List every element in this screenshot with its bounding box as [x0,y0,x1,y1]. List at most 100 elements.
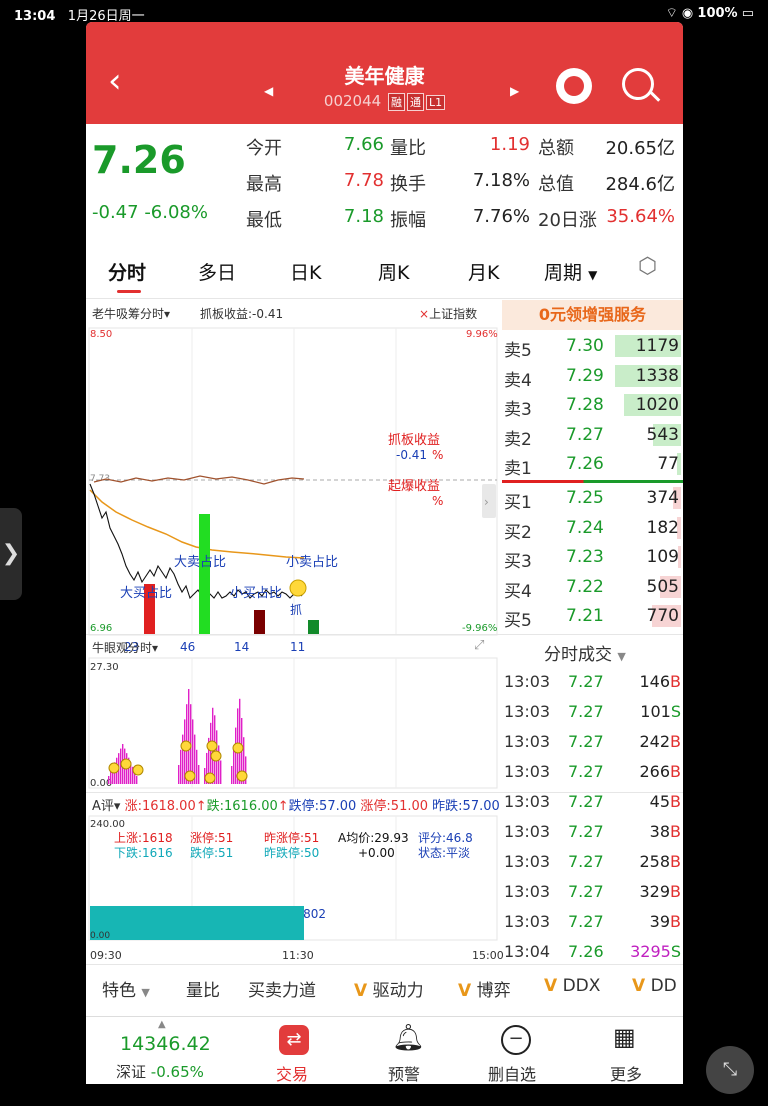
ask-row[interactable]: 卖3 7.28 1020 [504,391,681,421]
tool-boyi[interactable]: V 博弈 [458,976,511,1001]
aping-avg-price: A均价:29.93 [338,831,409,845]
trade-volume: 258B [639,852,681,871]
book-price: 7.21 [566,606,604,626]
quote-value: 7.78 [343,170,384,191]
book-volume: 374 [646,488,679,508]
annot-small-sell: 小卖占比 [286,555,338,570]
tab-period[interactable]: 周期 ▼ [544,258,597,285]
aping-score: 评分:46.8 [418,831,473,845]
tab-daily-k[interactable]: 日K [290,258,321,285]
trade-row: 13:03 7.27 266B [504,758,681,788]
bell-icon[interactable]: 🔔︎ [392,1023,425,1053]
quote-value: 7.66 [343,134,384,155]
quote-label: 最低 [246,210,282,231]
trade-volume: 146B [639,672,681,691]
coin-icon [184,770,196,782]
bid-row[interactable]: 买5 7.21 770 [504,602,681,632]
book-volume: 505 [646,576,679,597]
expand-icon[interactable]: ⤢ [474,638,484,653]
quote-value: 7.76% [472,206,530,227]
tab-monthly-k[interactable]: 月K [468,258,499,285]
bid-row[interactable]: 买4 7.22 505 [504,573,681,603]
trade-side: S [670,702,681,721]
smiley-icon [289,579,307,597]
nav-trade[interactable]: 交易 [276,1061,308,1084]
annot-qibao: 起爆收益 [388,479,440,494]
niuyan-bar [196,749,198,784]
tool-ddx[interactable]: V DDX [544,976,600,996]
ask-row[interactable]: 卖1 7.26 77 [504,450,681,480]
bar-value-4: 11 [290,640,305,654]
quote-label: 最高 [246,174,282,195]
tab-multi-day[interactable]: 多日 [198,258,236,285]
average-price-line [89,489,305,559]
time-mid: 11:30 [282,949,314,962]
ask-row[interactable]: 卖5 7.30 1179 [504,332,681,362]
book-label: 卖4 [504,370,532,391]
tab-intraday[interactable]: 分时 [108,258,146,285]
book-divider [502,480,683,483]
trade-price: 7.27 [568,762,604,781]
tool-tese[interactable]: 特色 ▼ [102,976,150,1001]
trade-side: B [670,822,681,841]
tool-dd[interactable]: V DD [632,976,677,996]
trade-row: 13:03 7.27 101S [504,698,681,728]
indicator-value: 抓板收益:-0.41 [200,307,284,321]
settings-hexagon-icon[interactable]: ⬡ [638,254,657,279]
trade-time: 13:04 [504,942,551,961]
quote-value: 7.18 [343,206,384,227]
grid-icon[interactable]: ▦ [613,1023,636,1051]
book-price: 7.27 [566,424,604,445]
nav-more[interactable]: 更多 [610,1061,642,1084]
aping-prev-down: 昨跌:57.00 [432,799,500,814]
tab-weekly-k[interactable]: 周K [378,258,409,285]
index-value[interactable]: 14346.42 [120,1033,211,1055]
tool-qudongli[interactable]: V 驱动力 [354,976,424,1001]
search-icon[interactable] [622,68,654,100]
bid-row[interactable]: 买3 7.23 109 [504,543,681,573]
promo-banner[interactable]: 0元领增强服务 [502,300,683,330]
trade-price: 7.26 [568,942,604,961]
aping-zhangting: 涨停:51 [190,830,233,845]
trade-price: 7.27 [568,672,604,691]
nav-remove-watchlist[interactable]: 删自选 [488,1061,536,1084]
trade-side: B [670,882,681,901]
ask-row[interactable]: 卖4 7.29 1338 [504,362,681,392]
bid-row[interactable]: 买1 7.25 374 [504,484,681,514]
intraday-chart: 8.50 6.96 7.73 9.96% -9.96% 23 46 14 11 … [88,327,498,654]
index-overlay-toggle[interactable]: ×上证指数 [419,305,477,322]
index-line[interactable]: 深证 -0.65% [116,1061,204,1082]
trade-price: 7.27 [568,912,604,931]
mascot-icon[interactable] [556,68,592,104]
remove-watchlist-icon[interactable]: − [501,1025,531,1055]
trade-side: S [670,942,681,961]
tool-liangbi[interactable]: 量比 [186,976,220,1001]
trade-volume: 39B [649,912,681,931]
side-handle[interactable]: ❯ [0,508,22,600]
annot-pct-2: % [432,494,443,508]
trade-price: 7.27 [568,882,604,901]
indicator-select[interactable]: 老牛吸筹分时▾ [92,305,170,322]
aping-dieting: 跌停:51 [190,845,233,860]
book-price: 7.24 [566,517,604,538]
aping-xiadie: 下跌:1616 [114,845,173,860]
trade-icon[interactable]: ⇄ [279,1025,309,1055]
trade-price: 7.27 [568,822,604,841]
collapse-button[interactable]: ⤡ [706,1046,754,1094]
aping-y-top: 240.00 [90,819,125,830]
caret-down-icon: ▼ [588,268,598,282]
bottom-nav: ▲ 14346.42 深证 -0.65% ⇄ 交易 🔔︎ 预警 − 删自选 ▦ … [86,1016,683,1084]
bid-row[interactable]: 买2 7.24 182 [504,514,681,544]
trade-volume: 45B [649,792,681,811]
ask-row[interactable]: 卖2 7.27 543 [504,421,681,451]
nav-alert[interactable]: 预警 [388,1061,420,1084]
aping-select[interactable]: A评▾ [92,799,120,814]
niuyan-select[interactable]: 牛眼观分时▾ [92,639,158,656]
tool-maimai[interactable]: 买卖力道 [248,976,316,1001]
tab-underline [117,290,141,293]
caret-up-icon: ▲ [158,1019,166,1030]
trade-time: 13:03 [504,912,551,931]
trades-title[interactable]: 分时成交 ▼ [544,640,626,665]
quote-value: 1.19 [489,134,530,155]
next-stock-icon[interactable]: ▶ [510,84,519,98]
